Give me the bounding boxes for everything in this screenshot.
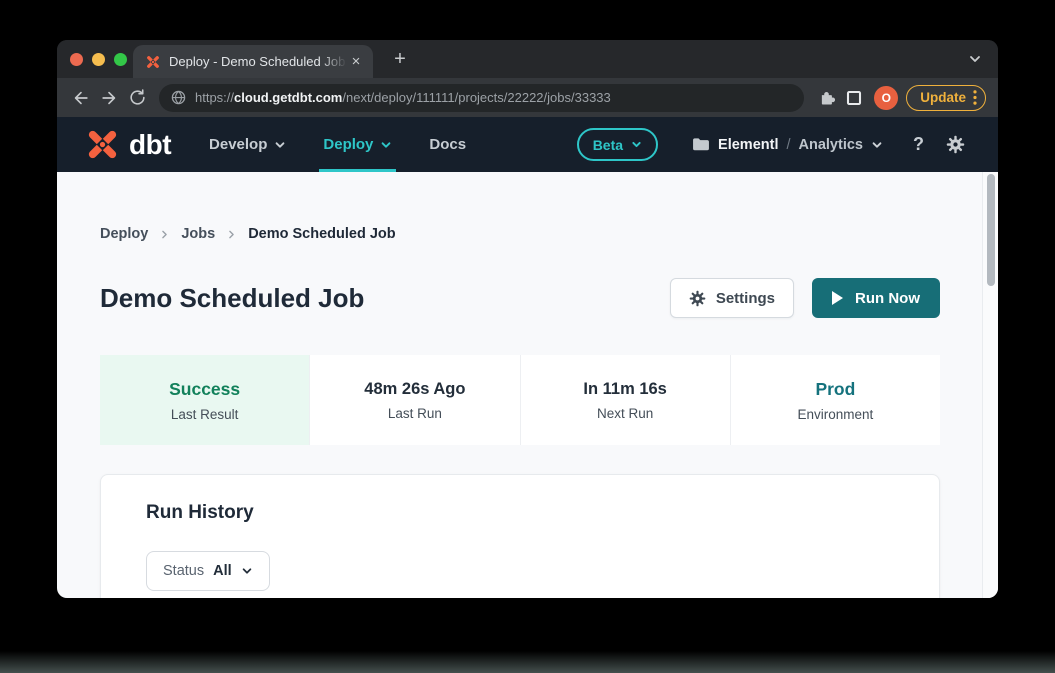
url-prefix: https:// — [195, 90, 234, 105]
window-zoom-button[interactable] — [114, 53, 127, 66]
address-bar[interactable]: https://cloud.getdbt.com/next/deploy/111… — [159, 84, 804, 112]
dbt-top-nav: dbt Develop Deploy Docs Beta — [57, 117, 998, 172]
status-filter-dropdown[interactable]: Status All — [146, 551, 270, 591]
extensions-puzzle-icon[interactable] — [812, 84, 840, 112]
nav-item-docs[interactable]: Docs — [429, 117, 466, 172]
nav-menu: Develop Deploy Docs — [209, 117, 503, 172]
nav-item-label: Deploy — [323, 136, 373, 153]
breadcrumb-current: Demo Scheduled Job — [248, 226, 395, 242]
stat-environment: Prod Environment — [730, 355, 940, 445]
stat-value: In 11m 16s — [583, 380, 666, 399]
status-filter-label: Status — [163, 563, 204, 579]
new-tab-button[interactable]: + — [387, 46, 413, 72]
beta-dropdown-button[interactable]: Beta — [577, 128, 658, 161]
beta-label: Beta — [593, 137, 623, 153]
run-history-card: Run History Status All — [100, 474, 940, 598]
back-button[interactable] — [67, 84, 95, 112]
run-history-title: Run History — [146, 502, 939, 524]
nav-item-label: Docs — [429, 136, 466, 153]
browser-tab-strip: Deploy - Demo Scheduled Job × + — [57, 40, 998, 78]
page-title: Demo Scheduled Job — [100, 283, 364, 314]
stat-value: Prod — [815, 379, 855, 400]
breadcrumb: Deploy Jobs Demo Scheduled Job — [100, 172, 940, 242]
stat-label: Last Run — [388, 406, 442, 421]
account-project-selector[interactable]: Elementl / Analytics — [692, 137, 883, 153]
chevron-down-icon — [631, 139, 642, 150]
settings-gear-icon[interactable] — [946, 135, 965, 154]
profile-avatar[interactable]: O — [874, 86, 898, 110]
browser-toolbar: https://cloud.getdbt.com/next/deploy/111… — [57, 78, 998, 117]
project-name: Analytics — [799, 137, 863, 153]
page-scrollbar[interactable] — [982, 172, 998, 598]
account-separator: / — [786, 137, 790, 153]
window-minimize-button[interactable] — [92, 53, 105, 66]
dbt-wordmark: dbt — [129, 129, 171, 161]
chevron-right-icon — [226, 229, 237, 240]
scrollbar-thumb[interactable] — [987, 174, 995, 286]
job-stats-bar: Success Last Result 48m 26s Ago Last Run… — [100, 355, 940, 445]
dbt-logo[interactable]: dbt — [84, 126, 171, 163]
window-close-button[interactable] — [70, 53, 83, 66]
chevron-down-icon — [871, 139, 883, 151]
side-panel-icon[interactable] — [840, 84, 868, 112]
url-text: https://cloud.getdbt.com/next/deploy/111… — [195, 90, 611, 105]
title-row: Demo Scheduled Job — [100, 278, 940, 318]
run-now-button[interactable]: Run Now — [812, 278, 940, 318]
url-domain: cloud.getdbt.com — [234, 90, 342, 105]
tab-close-icon[interactable]: × — [347, 53, 365, 71]
dbt-favicon-icon — [145, 54, 161, 70]
folder-icon — [692, 137, 710, 152]
desktop-background: Deploy - Demo Scheduled Job × + — [0, 0, 1055, 673]
chevron-down-icon — [380, 139, 392, 151]
run-now-button-label: Run Now — [855, 290, 920, 307]
stat-label: Last Result — [171, 407, 239, 422]
forward-button[interactable] — [95, 84, 123, 112]
stat-value: 48m 26s Ago — [364, 380, 465, 399]
browser-tab[interactable]: Deploy - Demo Scheduled Job × — [133, 45, 373, 78]
dbt-logo-icon — [84, 126, 121, 163]
nav-item-label: Develop — [209, 136, 267, 153]
help-button[interactable]: ? — [913, 134, 924, 155]
chevron-down-icon — [274, 139, 286, 151]
page-content: Deploy Jobs Demo Scheduled Job Demo Sche… — [57, 172, 998, 598]
stat-label: Next Run — [597, 406, 653, 421]
stat-last-result: Success Last Result — [100, 355, 309, 445]
chevron-right-icon — [159, 229, 170, 240]
stat-label: Environment — [797, 407, 873, 422]
account-name: Elementl — [718, 137, 778, 153]
site-info-globe-icon[interactable] — [171, 90, 186, 105]
gear-icon — [689, 290, 706, 307]
title-actions: Settings Run Now — [670, 278, 940, 318]
browser-update-button[interactable]: Update — [906, 85, 986, 111]
update-label: Update — [920, 90, 966, 105]
settings-button-label: Settings — [716, 290, 775, 307]
nav-item-develop[interactable]: Develop — [209, 117, 286, 172]
breadcrumb-jobs[interactable]: Jobs — [181, 226, 215, 242]
stat-next-run: In 11m 16s Next Run — [520, 355, 730, 445]
settings-button[interactable]: Settings — [670, 278, 794, 318]
reload-button[interactable] — [123, 84, 151, 112]
tab-title: Deploy - Demo Scheduled Job — [169, 54, 347, 69]
kebab-menu-icon — [973, 90, 977, 105]
stat-value: Success — [169, 379, 240, 400]
chevron-down-icon — [241, 565, 253, 577]
nav-right-group: Beta Elementl / Analytics ? — [577, 128, 965, 161]
tab-search-chevron-icon[interactable] — [968, 52, 982, 66]
breadcrumb-deploy[interactable]: Deploy — [100, 226, 148, 242]
url-path: /next/deploy/111111/projects/22222/jobs/… — [342, 90, 610, 105]
stat-last-run: 48m 26s Ago Last Run — [309, 355, 519, 445]
nav-item-deploy[interactable]: Deploy — [323, 117, 392, 172]
status-filter-value: All — [213, 563, 232, 579]
play-icon — [832, 291, 843, 305]
window-controls — [70, 53, 127, 66]
browser-window: Deploy - Demo Scheduled Job × + — [57, 40, 998, 598]
